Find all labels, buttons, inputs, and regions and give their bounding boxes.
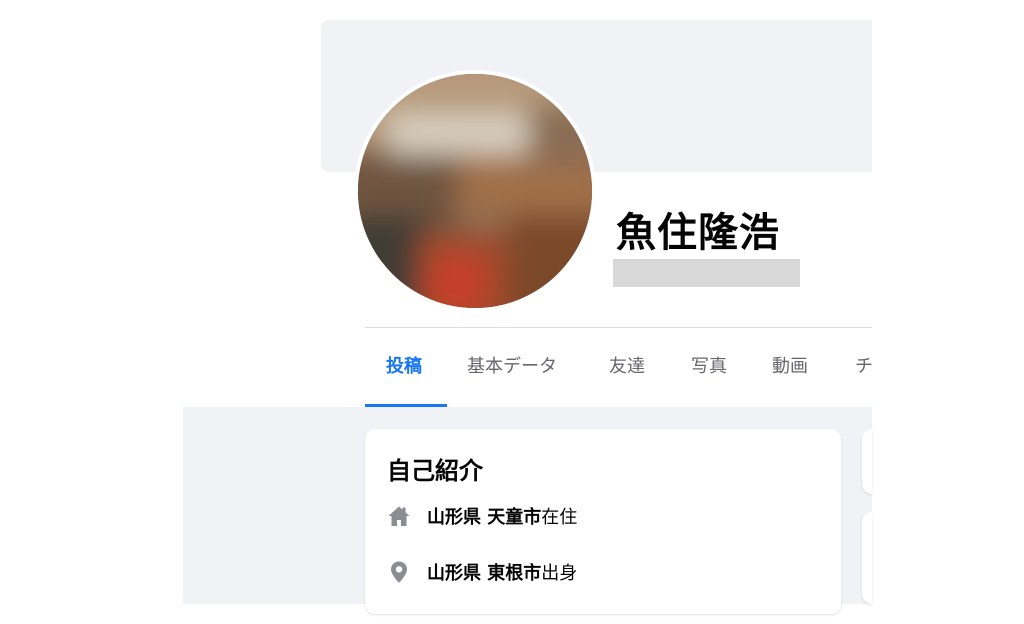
intro-item-hometown[interactable]: 山形県 東根市 出身 — [387, 557, 577, 587]
intro-item-residence[interactable]: 山形県 天童市 在住 — [387, 501, 577, 531]
hometown-place: 山形県 東根市 — [427, 563, 542, 584]
tab-check-ins[interactable]: チ — [855, 328, 872, 407]
profile-tabs: 投稿 基本データ 友達 写真 動画 チ — [365, 328, 872, 407]
side-card-bottom — [862, 512, 872, 604]
residence-place: 山形県 天童市 — [427, 507, 542, 528]
intro-card: 自己紹介 山形県 天童市 在住 山形県 東根市 出身 — [365, 429, 841, 614]
tab-videos[interactable]: 動画 — [772, 328, 808, 407]
profile-page: 魚住隆浩 投稿 基本データ 友達 写真 動画 チ 自己紹介 山形県 天童市在住 — [0, 0, 1024, 624]
redacted-subtitle-block — [613, 259, 800, 287]
profile-avatar[interactable] — [354, 70, 596, 312]
intro-title: 自己紹介 — [387, 457, 483, 485]
tab-friends[interactable]: 友達 — [609, 328, 645, 407]
avatar-photo-blurred — [358, 74, 592, 308]
tab-posts[interactable]: 投稿 — [386, 328, 422, 407]
tab-about[interactable]: 基本データ — [467, 328, 557, 407]
home-icon — [387, 504, 411, 528]
hometown-suffix: 出身 — [541, 563, 578, 584]
profile-name: 魚住隆浩 — [616, 210, 780, 256]
residence-suffix: 在住 — [541, 507, 578, 528]
side-card-top — [862, 429, 872, 494]
location-pin-icon — [387, 560, 411, 584]
tab-photos[interactable]: 写真 — [691, 328, 727, 407]
